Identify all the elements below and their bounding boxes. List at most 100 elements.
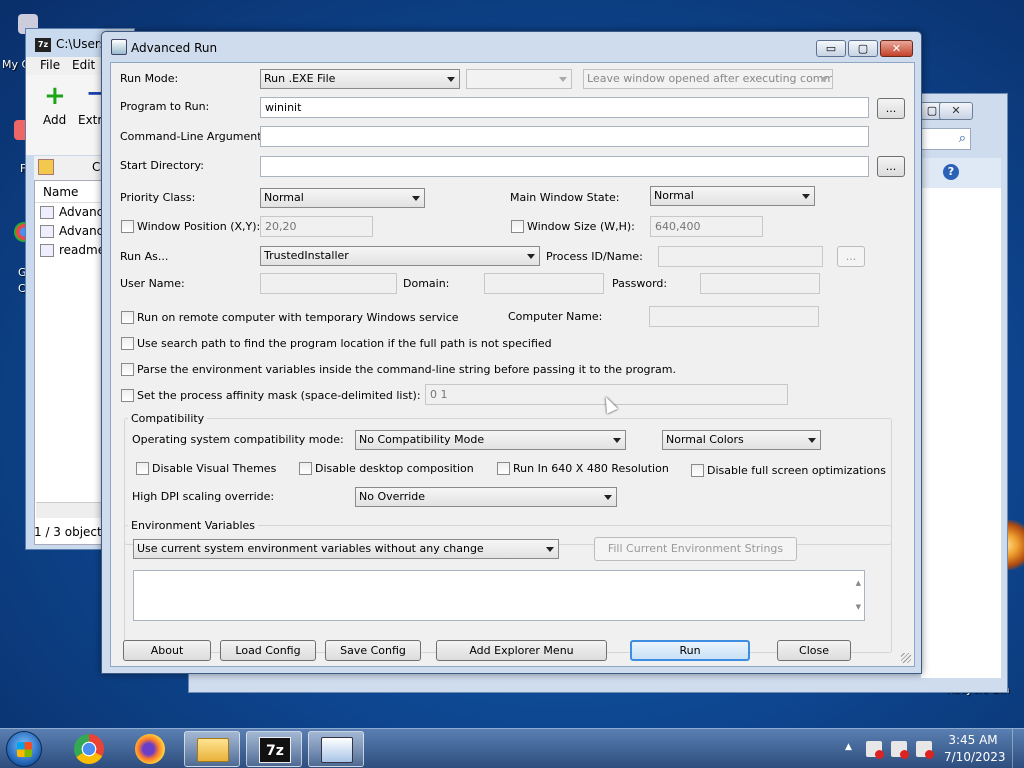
zip-menu-edit[interactable]: Edit — [72, 58, 95, 72]
volume-icon[interactable] — [916, 741, 934, 759]
warning-icon — [900, 750, 909, 759]
action-center-icon[interactable] — [866, 741, 884, 759]
app-icon — [111, 39, 127, 55]
taskbar-file-explorer[interactable] — [184, 731, 240, 767]
password-input[interactable] — [700, 273, 820, 294]
7zip-icon: 7z — [35, 38, 51, 52]
user-label: User Name: — [120, 277, 185, 290]
dialog-client-area: Run Mode: Run .EXE File Leave window ope… — [110, 62, 915, 667]
load-config-button[interactable]: Load Config — [220, 640, 316, 661]
advanced-run-window: Advanced Run ▭ ▢ ✕ Run Mode: Run .EXE Fi… — [101, 31, 922, 674]
priority-select[interactable]: Normal — [260, 188, 425, 208]
domain-label: Domain: — [403, 277, 450, 290]
choose-process-button[interactable]: ... — [837, 246, 865, 267]
start-dir-input[interactable] — [260, 156, 869, 177]
add-icon[interactable]: + — [44, 81, 66, 111]
main-state-select[interactable]: Normal — [650, 186, 815, 206]
background-close-button[interactable]: ✕ — [939, 102, 973, 120]
affinity-checkbox[interactable] — [121, 389, 134, 402]
run-mode-aux-select — [466, 69, 572, 89]
run-640-label: Run In 640 X 480 Resolution — [513, 462, 669, 475]
run-mode-select[interactable]: Run .EXE File — [260, 69, 460, 89]
about-button[interactable]: About — [123, 640, 211, 661]
chevron-down-icon — [613, 438, 621, 443]
window-option-select: Leave window opened after executing comm… — [583, 69, 833, 89]
colors-select[interactable]: Normal Colors — [662, 430, 821, 450]
window-position-checkbox[interactable] — [121, 220, 134, 233]
env-strings-textarea[interactable]: ▲ ▼ — [133, 570, 865, 621]
window-position-input[interactable]: 20,20 — [260, 216, 373, 237]
program-input[interactable]: wininit — [260, 97, 869, 118]
save-config-button[interactable]: Save Config — [325, 640, 421, 661]
window-position-label: Window Position (X,Y): — [137, 220, 261, 233]
disable-composition-checkbox[interactable] — [299, 462, 312, 475]
user-input[interactable] — [260, 273, 397, 294]
resize-grip[interactable] — [901, 653, 911, 663]
zip-menu-file[interactable]: File — [40, 58, 60, 72]
taskbar-chrome[interactable] — [61, 731, 117, 767]
start-button[interactable] — [6, 731, 42, 767]
cmdline-label: Command-Line Arguments: — [120, 130, 271, 143]
mute-icon — [925, 750, 934, 759]
start-dir-label: Start Directory: — [120, 159, 204, 172]
computer-name-label: Computer Name: — [508, 310, 603, 323]
program-label: Program to Run: — [120, 100, 210, 113]
chevron-down-icon — [820, 77, 828, 82]
add-explorer-menu-button[interactable]: Add Explorer Menu — [436, 640, 607, 661]
taskbar-advanced-run[interactable] — [308, 731, 364, 767]
close-window-button[interactable]: ✕ — [880, 40, 913, 57]
browse-dir-button[interactable]: ... — [877, 156, 905, 177]
close-button[interactable]: Close — [777, 640, 851, 661]
up-folder-icon[interactable] — [38, 159, 54, 175]
os-compat-select[interactable]: No Compatibility Mode — [355, 430, 626, 450]
taskbar: 7z ▲ 3:45 AM 7/10/2023 — [0, 728, 1024, 768]
computer-name-input[interactable] — [649, 306, 819, 327]
run-640-checkbox[interactable] — [497, 462, 510, 475]
scroll-up-icon[interactable]: ▲ — [856, 574, 861, 593]
zip-add-label[interactable]: Add — [43, 113, 66, 127]
clock-time[interactable]: 3:45 AM — [948, 733, 998, 747]
help-icon[interactable]: ? — [943, 164, 959, 180]
show-desktop-button[interactable] — [1012, 729, 1024, 768]
window-size-label: Window Size (W,H): — [527, 220, 635, 233]
parse-env-label: Parse the environment variables inside t… — [137, 363, 676, 376]
maximize-button[interactable]: ▢ — [848, 40, 878, 57]
folder-icon — [197, 738, 229, 762]
firefox-icon — [135, 734, 165, 764]
scroll-down-icon[interactable]: ▼ — [856, 598, 861, 617]
chevron-down-icon — [559, 77, 567, 82]
run-as-select[interactable]: TrustedInstaller — [260, 246, 540, 266]
compatibility-group-title: Compatibility — [128, 412, 208, 425]
disable-themes-label: Disable Visual Themes — [152, 462, 277, 475]
run-button[interactable]: Run — [630, 640, 750, 661]
remote-computer-checkbox[interactable] — [121, 311, 134, 324]
os-compat-label: Operating system compatibility mode: — [132, 433, 344, 446]
fill-env-button[interactable]: Fill Current Environment Strings — [594, 537, 797, 561]
domain-input[interactable] — [484, 273, 604, 294]
affinity-label: Set the process affinity mask (space-del… — [137, 389, 421, 402]
taskbar-firefox[interactable] — [122, 731, 178, 767]
env-mode-select[interactable]: Use current system environment variables… — [133, 539, 559, 559]
network-icon[interactable] — [891, 741, 909, 759]
background-search-box[interactable]: ⌕ — [921, 128, 971, 150]
window-size-checkbox[interactable] — [511, 220, 524, 233]
parse-env-checkbox[interactable] — [121, 363, 134, 376]
windows-logo-icon — [17, 742, 32, 757]
7zip-icon: 7z — [259, 737, 291, 763]
taskbar-7zip[interactable]: 7z — [246, 731, 302, 767]
advanced-run-icon — [321, 737, 353, 763]
search-path-checkbox[interactable] — [121, 337, 134, 350]
tray-chevron-icon[interactable]: ▲ — [845, 742, 852, 752]
process-input[interactable] — [658, 246, 823, 267]
dpi-select[interactable]: No Override — [355, 487, 617, 507]
browse-program-button[interactable]: ... — [877, 98, 905, 119]
cmdline-input[interactable] — [260, 126, 869, 147]
window-size-input[interactable]: 640,400 — [650, 216, 763, 237]
remote-computer-label: Run on remote computer with temporary Wi… — [137, 311, 459, 324]
disable-fullscreen-checkbox[interactable] — [691, 464, 704, 477]
minimize-button[interactable]: ▭ — [816, 40, 846, 57]
disable-themes-checkbox[interactable] — [136, 462, 149, 475]
help-file-icon — [40, 206, 54, 219]
clock-date[interactable]: 7/10/2023 — [944, 750, 1006, 764]
search-icon: ⌕ — [958, 131, 966, 146]
